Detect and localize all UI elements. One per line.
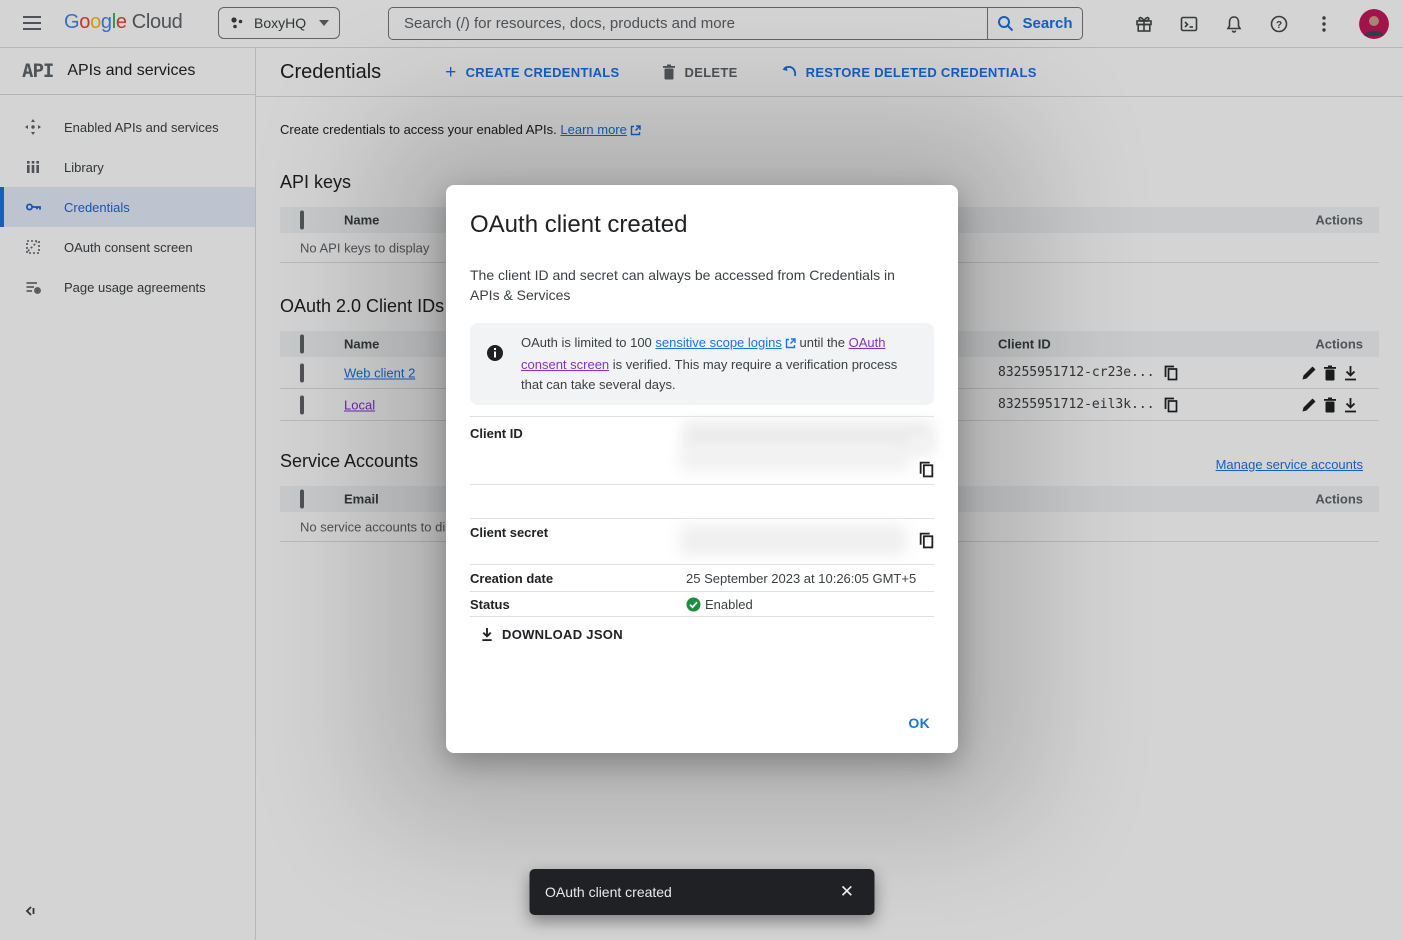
toast-message: OAuth client created	[545, 884, 836, 900]
ok-button[interactable]: OK	[908, 715, 930, 731]
redacted-client-id	[680, 447, 910, 471]
copy-icon[interactable]	[919, 461, 934, 478]
oauth-client-created-dialog: OAuth client created The client ID and s…	[446, 185, 958, 753]
client-secret-row: Client secret	[470, 518, 934, 564]
credential-details: Client ID Client secret Creation date 25…	[470, 416, 934, 617]
status-row: Status Enabled	[470, 591, 934, 617]
download-icon	[480, 627, 494, 642]
status-value: Enabled	[705, 597, 753, 612]
dialog-description: The client ID and secret can always be a…	[470, 265, 920, 305]
download-json-button[interactable]: DOWNLOAD JSON	[480, 627, 623, 642]
download-json-label: DOWNLOAD JSON	[502, 627, 623, 642]
client-id-row: Client ID	[470, 416, 934, 484]
notice-mid: until the	[796, 335, 849, 350]
status-value-wrap: Enabled	[686, 597, 753, 612]
client-secret-label: Client secret	[470, 525, 548, 540]
status-enabled-icon	[686, 597, 701, 612]
spacer-row	[470, 484, 934, 518]
client-id-label: Client ID	[470, 426, 523, 441]
snackbar-toast: OAuth client created ✕	[529, 869, 874, 915]
redacted-client-secret	[680, 525, 906, 555]
notice-pre: OAuth is limited to 100	[521, 335, 655, 350]
notice-text: OAuth is limited to 100 sensitive scope …	[521, 333, 918, 395]
status-label: Status	[470, 597, 686, 612]
verification-notice: OAuth is limited to 100 sensitive scope …	[470, 323, 934, 405]
redacted-client-id	[908, 435, 934, 451]
creation-date-label: Creation date	[470, 571, 686, 586]
creation-date-value: 25 September 2023 at 10:26:05 GMT+5	[686, 571, 916, 586]
info-icon	[486, 344, 504, 395]
close-icon[interactable]: ✕	[836, 878, 858, 906]
dialog-title: OAuth client created	[470, 211, 934, 239]
external-link-icon	[785, 335, 796, 355]
copy-icon[interactable]	[919, 532, 934, 549]
sensitive-scope-logins-link[interactable]: sensitive scope logins	[655, 335, 781, 350]
creation-date-row: Creation date 25 September 2023 at 10:26…	[470, 564, 934, 591]
